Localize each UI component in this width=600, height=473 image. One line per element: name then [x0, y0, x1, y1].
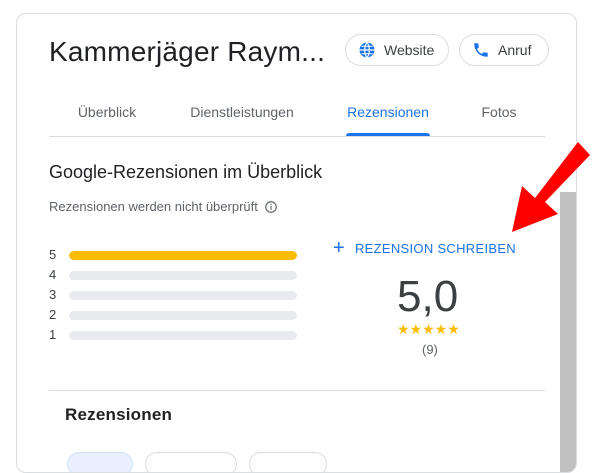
- business-title: Kammerjäger Raym...: [49, 36, 326, 67]
- rating-bar-row[interactable]: 2: [49, 306, 309, 326]
- rating-bar-row[interactable]: 5: [49, 246, 309, 266]
- red-annotation-arrow-icon: [512, 142, 590, 232]
- tab-bar: Überblick Dienstleistungen Rezensionen F…: [49, 92, 545, 137]
- tab-services[interactable]: Dienstleistungen: [187, 92, 297, 136]
- website-button[interactable]: Website: [345, 34, 449, 66]
- unverified-notice-text: Rezensionen werden nicht überprüft: [49, 199, 258, 214]
- rating-bar-row[interactable]: 3: [49, 286, 309, 306]
- rating-bar-track: [69, 251, 297, 260]
- call-label: Anruf: [498, 42, 532, 58]
- write-review-button[interactable]: + REZENSION SCHREIBEN: [333, 237, 516, 259]
- tab-reviews[interactable]: Rezensionen: [346, 92, 430, 136]
- website-label: Website: [384, 42, 435, 58]
- plus-icon: +: [333, 237, 345, 259]
- average-rating: 5,0: [397, 272, 459, 321]
- rating-bar-label: 3: [49, 287, 57, 302]
- filter-chip[interactable]: [67, 452, 133, 472]
- rating-bar-label: 4: [49, 267, 57, 282]
- rating-bar-row[interactable]: 1: [49, 326, 309, 346]
- phone-icon: [472, 41, 490, 59]
- rating-bar-label: 5: [49, 247, 57, 262]
- globe-icon: [358, 41, 376, 59]
- tab-overview[interactable]: Überblick: [75, 92, 139, 136]
- rating-bar-track: [69, 331, 297, 340]
- reviews-summary-heading: Google-Rezensionen im Überblick: [49, 162, 323, 182]
- reviews-heading: Rezensionen: [65, 405, 173, 424]
- rating-bar-track: [69, 311, 297, 320]
- rating-bar-track: [69, 271, 297, 280]
- write-review-label: REZENSION SCHREIBEN: [354, 240, 516, 256]
- tab-photos[interactable]: Fotos: [477, 92, 521, 136]
- rating-bar-fill: [69, 251, 297, 260]
- filter-chip[interactable]: [145, 452, 237, 472]
- rating-bar-label: 2: [49, 307, 57, 322]
- unverified-notice: Rezensionen werden nicht überprüft: [49, 199, 278, 214]
- call-button[interactable]: Anruf: [459, 34, 549, 66]
- business-panel: Kammerjäger Raym... Website Anruf Überbl…: [16, 13, 577, 473]
- info-icon[interactable]: [264, 200, 278, 214]
- divider: [49, 390, 545, 391]
- filter-chip[interactable]: [249, 452, 327, 472]
- rating-bar-label: 1: [49, 327, 57, 342]
- review-count: (9): [422, 342, 438, 357]
- rating-bar-row[interactable]: 4: [49, 266, 309, 286]
- star-rating-icons: ★★★★★: [397, 321, 460, 337]
- rating-bar-track: [69, 291, 297, 300]
